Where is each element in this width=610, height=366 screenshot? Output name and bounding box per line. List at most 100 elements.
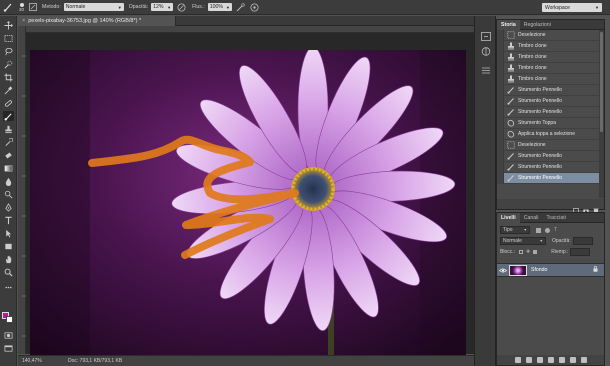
history-source-checkbox[interactable]: [497, 30, 504, 40]
workspace-select[interactable]: Workspace ▼: [542, 3, 602, 12]
pressure-opacity-icon[interactable]: [177, 2, 186, 13]
clone-stamp-tool-icon[interactable]: [3, 124, 14, 134]
history-item[interactable]: Timbro clone: [497, 52, 604, 63]
eraser-tool-icon[interactable]: [3, 150, 14, 160]
pressure-size-icon[interactable]: [250, 2, 259, 13]
link-layers-icon[interactable]: [514, 357, 521, 363]
history-panel-icon[interactable]: [481, 28, 491, 41]
history-source-checkbox[interactable]: [497, 63, 504, 73]
history-item[interactable]: Strumento Pennello: [497, 107, 604, 118]
eye-icon[interactable]: [497, 268, 509, 273]
flusso-field[interactable]: 100% ▼: [207, 3, 232, 11]
layer-filter-select[interactable]: Tipo ▼: [500, 226, 530, 234]
history-item[interactable]: Strumento Pennello: [497, 96, 604, 107]
tab-canali[interactable]: Canali: [520, 213, 543, 223]
opacita-field[interactable]: 12% ▼: [151, 3, 174, 11]
metodo-select[interactable]: Normale ▼: [63, 3, 124, 11]
history-source-checkbox[interactable]: [497, 74, 504, 84]
history-source-checkbox[interactable]: [497, 162, 504, 172]
snapshot-camera-icon[interactable]: [583, 201, 589, 214]
lock-all-icon[interactable]: [533, 250, 538, 254]
history-source-checkbox[interactable]: [497, 85, 504, 95]
trash-icon[interactable]: [580, 357, 587, 363]
tab-livelli[interactable]: Livelli: [497, 212, 520, 223]
hand-tool-icon[interactable]: [3, 254, 14, 264]
lasso-tool-icon[interactable]: [3, 46, 14, 56]
history-item[interactable]: Strumento Pennello: [497, 85, 604, 96]
canvas-area[interactable]: [26, 33, 474, 366]
brush-preset-icon[interactable]: [3, 2, 13, 13]
history-source-checkbox[interactable]: [497, 151, 504, 161]
new-layer-icon[interactable]: [569, 357, 576, 363]
close-icon[interactable]: ×: [22, 18, 25, 24]
history-scrollbar[interactable]: [599, 30, 604, 198]
history-source-checkbox[interactable]: [497, 118, 504, 128]
history-item[interactable]: Strumento Pennello: [497, 162, 604, 173]
history-item[interactable]: Timbro clone: [497, 74, 604, 85]
airbrush-icon[interactable]: [236, 2, 245, 13]
path-select-tool-icon[interactable]: [3, 228, 14, 238]
new-document-from-state-icon[interactable]: [573, 201, 579, 214]
screen-mode-icon[interactable]: [3, 343, 14, 353]
tab-tracciati[interactable]: Tracciati: [542, 213, 569, 223]
history-source-checkbox[interactable]: [497, 52, 504, 62]
tab-regolazioni[interactable]: Regolazioni: [520, 20, 555, 30]
zoom-tool-icon[interactable]: [3, 267, 14, 277]
brush-size-picker[interactable]: 30: [19, 2, 24, 13]
history-source-checkbox[interactable]: [497, 129, 504, 139]
crop-tool-icon[interactable]: [3, 72, 14, 82]
history-item[interactable]: Timbro clone: [497, 63, 604, 74]
history-item[interactable]: Deselezione: [497, 30, 604, 41]
quick-select-tool-icon[interactable]: [3, 59, 14, 69]
history-item[interactable]: Strumento Pennello: [497, 173, 604, 184]
add-mask-icon[interactable]: [536, 357, 543, 363]
brush-panel-toggle-icon[interactable]: [29, 2, 37, 13]
filter-pixel-icon[interactable]: [536, 227, 541, 233]
layer-style-icon[interactable]: [525, 357, 532, 363]
type-tool-icon[interactable]: [3, 215, 14, 225]
history-brush-tool-icon[interactable]: [3, 137, 14, 147]
history-source-checkbox[interactable]: [497, 96, 504, 106]
adjustment-layer-icon[interactable]: [547, 357, 554, 363]
healing-tool-icon[interactable]: [3, 98, 14, 108]
history-source-checkbox[interactable]: [497, 41, 504, 51]
layer-name[interactable]: Sfondo: [531, 267, 547, 273]
layer-blend-select[interactable]: Normale ▼: [500, 237, 546, 245]
document-image[interactable]: [30, 50, 466, 366]
history-item[interactable]: Strumento Toppa: [497, 118, 604, 129]
history-item[interactable]: Strumento Pennello: [497, 151, 604, 162]
blur-tool-icon[interactable]: [3, 176, 14, 186]
history-item[interactable]: Timbro clone: [497, 41, 604, 52]
trash-icon[interactable]: [593, 201, 599, 214]
history-scrollbar-thumb[interactable]: [600, 32, 603, 132]
document-tab[interactable]: × pexels-pixabay-36753.jpg @ 140% (RGB/8…: [18, 16, 176, 26]
layer-row-sfondo[interactable]: Sfondo: [497, 263, 604, 277]
layer-opacity-field[interactable]: [572, 237, 593, 245]
gradient-tool-icon[interactable]: [3, 163, 14, 173]
filter-adjust-icon[interactable]: [545, 227, 550, 233]
tab-storia[interactable]: Storia: [497, 19, 520, 30]
lock-move-icon[interactable]: ✚: [526, 249, 530, 255]
horizontal-ruler[interactable]: [26, 26, 474, 39]
pen-tool-icon[interactable]: [3, 202, 14, 212]
filter-type-icon[interactable]: T: [554, 227, 557, 233]
lock-pixels-icon[interactable]: [519, 250, 524, 254]
background-color-swatch[interactable]: [6, 316, 13, 323]
history-source-checkbox[interactable]: [497, 140, 504, 150]
properties-panel-icon[interactable]: [481, 62, 491, 74]
edit-toolbar-icon[interactable]: [3, 282, 14, 292]
new-group-icon[interactable]: [558, 357, 565, 363]
history-item[interactable]: Applica toppa a selezione: [497, 129, 604, 140]
layer-fill-field[interactable]: [570, 248, 591, 256]
zoom-level[interactable]: 140,47%: [18, 358, 42, 364]
quick-mask-icon[interactable]: [3, 330, 14, 340]
marquee-tool-icon[interactable]: [3, 33, 14, 43]
history-source-checkbox[interactable]: [497, 107, 504, 117]
brush-tool-icon[interactable]: [3, 111, 14, 121]
history-source-checkbox[interactable]: [497, 173, 504, 183]
dodge-tool-icon[interactable]: [3, 189, 14, 199]
history-item[interactable]: Deselezione: [497, 140, 604, 151]
adjustments-panel-icon[interactable]: [481, 43, 491, 56]
shape-tool-icon[interactable]: [3, 241, 14, 251]
move-tool-icon[interactable]: [3, 20, 14, 30]
